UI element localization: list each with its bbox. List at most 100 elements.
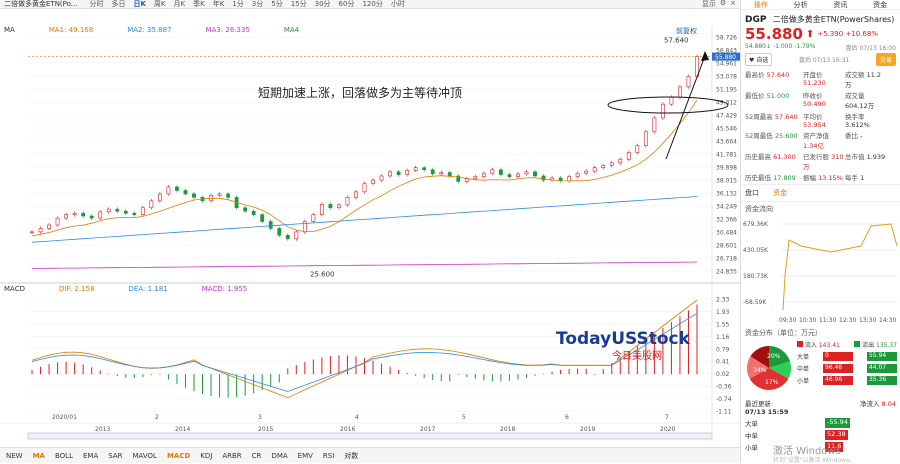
- tab-1分[interactable]: 1分: [232, 0, 243, 9]
- indicator-bar: NEW MA BOLL EMA SAR MAVOL MACD KDJ ARBR CR DMA EMV R…: [0, 447, 740, 463]
- indicator-emv[interactable]: EMV: [298, 452, 313, 460]
- indicator-dma[interactable]: DMA: [271, 452, 287, 460]
- top-control-0[interactable]: 显示: [702, 0, 716, 9]
- indicator-对数[interactable]: 对数: [344, 451, 358, 461]
- price-tick: 24.835: [716, 269, 737, 276]
- macd-tick: 2.33: [716, 297, 730, 304]
- top-controls: 显示 ⚙ ×: [702, 0, 740, 9]
- tab-月K[interactable]: 月K: [174, 0, 186, 9]
- tab-120分[interactable]: 120分: [362, 0, 382, 9]
- candle-body: [140, 207, 145, 215]
- tab-5分[interactable]: 5分: [271, 0, 282, 9]
- watchlist-button[interactable]: ♥ 自选: [745, 53, 773, 66]
- price-tick: 26.718: [716, 256, 737, 263]
- watermark-logo: TodayUSStock: [556, 329, 691, 349]
- candle-body: [643, 131, 648, 146]
- indicator-sar[interactable]: SAR: [108, 452, 122, 460]
- time-tick: 2020/01: [52, 414, 77, 421]
- adjust-button[interactable]: 前复权: [676, 26, 697, 36]
- indicator-ema[interactable]: EMA: [83, 452, 98, 460]
- price-tick: 58.726: [716, 35, 737, 42]
- candle-body: [132, 212, 137, 215]
- tab-周K[interactable]: 周K: [154, 0, 166, 9]
- stat-cell: 历史最高 61.300: [745, 153, 796, 161]
- candle-body: [328, 203, 333, 209]
- distribution-rows: 大单 0 55.94 中单 96.46 44.07 小单 46.96 35.36: [797, 352, 897, 385]
- price-tick: 32.366: [716, 217, 737, 224]
- stats-grid: 最高价 57.640 开盘价 51.230 成交额 11.2万 最低价 51.000 昨…: [741, 67, 900, 184]
- distribution-pie: 20%34% 17%: [747, 346, 791, 390]
- price-chart[interactable]: 58.72656.84354.96153.07851.19549.31247.4…: [0, 9, 740, 447]
- candle-body: [260, 214, 265, 222]
- macd-tick: 1.55: [716, 321, 730, 328]
- legend-macdv: MACD: 1.955: [201, 284, 248, 293]
- candle-body: [183, 190, 188, 195]
- candle-body: [584, 170, 589, 174]
- tab-60分[interactable]: 60分: [339, 0, 355, 9]
- update-label: 最近更新:: [745, 400, 774, 408]
- candle-body: [660, 103, 665, 119]
- flow-tick: 679.36K: [743, 221, 769, 228]
- tab-季K[interactable]: 季K: [193, 0, 205, 9]
- indicator-rsi[interactable]: RSI: [323, 452, 334, 460]
- subtab-盘口[interactable]: 盘口: [745, 188, 759, 198]
- price-tick: 36.132: [716, 191, 737, 198]
- trade-button[interactable]: 交易: [875, 53, 896, 66]
- candle-body: [626, 152, 631, 160]
- flow-time: 11:30: [819, 317, 836, 324]
- candle-body: [490, 169, 495, 174]
- indicator-cr[interactable]: CR: [252, 452, 262, 460]
- tab-年K[interactable]: 年K: [213, 0, 225, 9]
- macd-tick: 1.93: [716, 309, 730, 316]
- money-flow-chart: 679.36K 430.05K 180.73K -68.59K 09:30 10:30 11…: [743, 221, 898, 324]
- candle-body: [439, 172, 444, 175]
- distribution-row: 大单 0 55.94: [797, 352, 897, 361]
- tab-15分[interactable]: 15分: [291, 0, 307, 9]
- candle-body: [507, 174, 512, 177]
- tab-30分[interactable]: 30分: [315, 0, 331, 9]
- stat-cell: 52周最高 57.640: [745, 113, 798, 121]
- candle-body: [430, 169, 435, 175]
- period-tabs: 分时 多日 日K 周K 月K 季K 年K 1分 3分 5分 15分 30分 60分 120分 小时: [89, 0, 404, 9]
- tab-3分[interactable]: 3分: [252, 0, 263, 9]
- tab-分时[interactable]: 分时: [89, 0, 103, 9]
- indicator-boll[interactable]: BOLL: [55, 452, 73, 460]
- time-tick: 5: [462, 414, 466, 421]
- year-tick: 2014: [175, 426, 190, 433]
- candle-body: [533, 171, 537, 177]
- candle-body: [345, 197, 350, 206]
- stat-cell: 换手率 3.612%: [845, 113, 870, 129]
- legend-dea: DEA: 1.181: [128, 284, 168, 293]
- candle-body: [686, 76, 691, 88]
- tab-日K[interactable]: 日K: [133, 0, 145, 9]
- stat-cell: 最高价 57.640: [745, 71, 790, 79]
- flow-time: 12:30: [839, 317, 856, 324]
- subtab-资金[interactable]: 资金: [773, 188, 787, 198]
- top-control-1[interactable]: ⚙: [720, 0, 726, 9]
- tab-小时[interactable]: 小时: [391, 0, 405, 9]
- indicator-macd[interactable]: MACD: [167, 452, 190, 460]
- candle-body: [447, 172, 452, 177]
- right-tab-资讯[interactable]: 资讯: [833, 0, 847, 10]
- price-tick: 38.015: [716, 178, 737, 185]
- legend-macd: MACD: [4, 284, 25, 293]
- candle-body: [64, 214, 69, 219]
- candle-body: [106, 208, 111, 213]
- after-time: 盘后 07/13 16:31: [798, 57, 850, 64]
- right-tab-分析[interactable]: 分析: [794, 0, 808, 10]
- right-tab-操作[interactable]: 操作: [754, 0, 768, 10]
- flow-tick: -68.59K: [743, 299, 767, 306]
- top-control-2[interactable]: ×: [730, 0, 736, 9]
- candle-body: [396, 171, 401, 175]
- flow-title: 资金流向: [745, 205, 773, 213]
- time-tick: 6: [565, 414, 569, 421]
- indicator-ma[interactable]: MA: [33, 452, 45, 460]
- indicator-arbr[interactable]: ARBR: [222, 452, 241, 460]
- indicator-new[interactable]: NEW: [6, 452, 23, 460]
- right-tab-资金[interactable]: 资金: [873, 0, 887, 10]
- tab-多日[interactable]: 多日: [111, 0, 125, 9]
- candle-body: [47, 224, 51, 229]
- indicator-mavol[interactable]: MAVOL: [132, 452, 156, 460]
- price-tick: 39.898: [716, 165, 737, 172]
- indicator-kdj[interactable]: KDJ: [200, 452, 212, 460]
